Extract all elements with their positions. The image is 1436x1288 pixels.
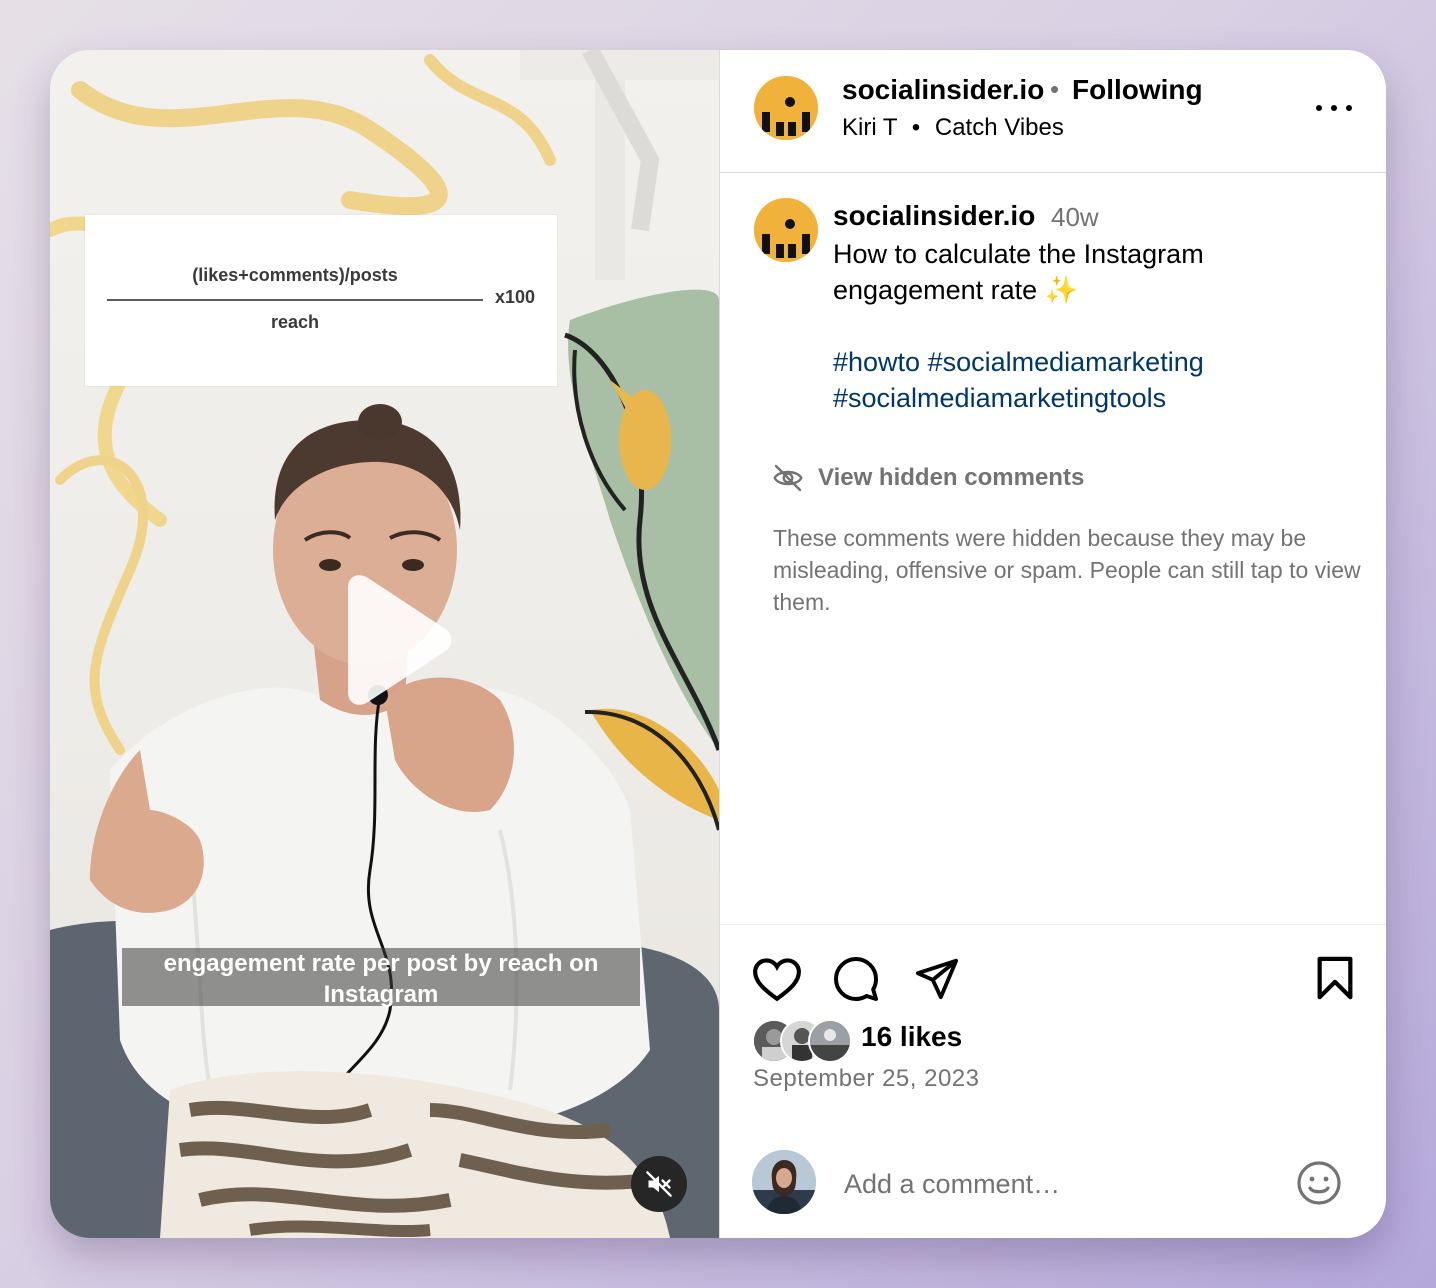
formula-denominator: reach [270, 312, 320, 332]
post-date[interactable]: September 25, 2023 [753, 1065, 980, 1093]
more-dot-icon [1346, 105, 1352, 111]
liker-avatar [808, 1019, 852, 1063]
hashtag-link[interactable]: #socialmediamarketing [928, 347, 1204, 377]
header-separator: • [1050, 74, 1060, 104]
liker-avatars[interactable] [752, 1019, 856, 1063]
more-dot-icon [1316, 105, 1322, 111]
like-heart-icon[interactable] [752, 957, 802, 1003]
hidden-comments-description: These comments were hidden because they … [773, 525, 1361, 615]
add-comment-input[interactable] [842, 1161, 1266, 1207]
view-hidden-comments-label: View hidden comments [818, 464, 1085, 491]
likes-count[interactable]: 16 likes [861, 1021, 962, 1053]
socialinsider-logo-icon [754, 76, 818, 140]
post-caption: How to calculate the Instagram engagemen… [833, 239, 1204, 305]
play-button[interactable] [326, 570, 456, 710]
emoji-smiley-icon[interactable] [1295, 1159, 1343, 1207]
view-hidden-comments-button[interactable]: View hidden comments [772, 460, 1084, 496]
formula-fraction-line [107, 299, 483, 301]
header-username[interactable]: socialinsider.io [842, 74, 1044, 106]
eye-off-icon [773, 464, 803, 492]
post-details-panel: socialinsider.io • Following Kiri T • Ca… [719, 50, 1386, 1238]
caption-username[interactable]: socialinsider.io [833, 200, 1035, 232]
audio-title[interactable]: Catch Vibes [935, 114, 1064, 141]
formula-overlay: (likes+comments)/posts reach x100 [85, 215, 557, 386]
audio-info: Kiri T • Catch Vibes [842, 114, 1064, 142]
video-caption: engagement rate per post by reach on Ins… [122, 948, 640, 1008]
current-user-avatar [752, 1150, 816, 1214]
post-hashtags: #howto #socialmediamarketing #socialmedi… [833, 344, 1353, 416]
socialinsider-logo-icon [754, 198, 818, 262]
post-actions-section: 16 likes September 25, 2023 [720, 924, 1386, 1238]
mute-button[interactable] [631, 1156, 687, 1212]
more-options-button[interactable] [1316, 100, 1352, 116]
formula-numerator: (likes+comments)/posts [192, 265, 398, 285]
author-avatar[interactable] [754, 76, 818, 140]
play-icon [348, 575, 452, 705]
caption-author-avatar[interactable] [754, 198, 818, 262]
share-paper-plane-icon[interactable] [914, 955, 960, 1001]
audio-artist[interactable]: Kiri T [842, 114, 897, 141]
formula-multiplier: x100 [495, 287, 536, 307]
speaker-muted-icon [646, 1171, 672, 1197]
post-time-ago[interactable]: 40w [1051, 202, 1099, 233]
more-dot-icon [1331, 105, 1337, 111]
save-bookmark-icon[interactable] [1314, 955, 1356, 1001]
audio-separator: • [911, 114, 921, 141]
post-header: socialinsider.io • Following Kiri T • Ca… [720, 50, 1386, 173]
comment-bubble-icon[interactable] [832, 955, 880, 1003]
hashtag-link[interactable]: #howto [833, 347, 920, 377]
reel-video[interactable]: (likes+comments)/posts reach x100 engage… [50, 50, 719, 1238]
hashtag-link[interactable]: #socialmediamarketingtools [833, 383, 1166, 413]
following-button[interactable]: Following [1072, 74, 1203, 106]
post-card: (likes+comments)/posts reach x100 engage… [50, 50, 1386, 1238]
